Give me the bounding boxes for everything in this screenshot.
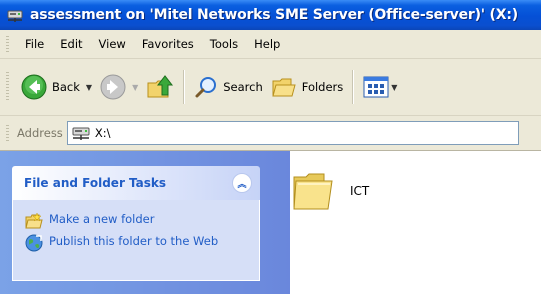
file-name: ICT (350, 184, 370, 198)
network-drive-icon (7, 10, 23, 22)
address-value: X:\ (94, 126, 111, 140)
address-field[interactable]: X:\ (66, 121, 519, 145)
up-folder-icon (147, 75, 174, 98)
task-group-title: File and Folder Tasks (24, 176, 167, 190)
toolbar-separator (183, 70, 186, 104)
views-icon (363, 76, 389, 98)
up-folder-button[interactable] (142, 67, 178, 107)
address-label: Address (17, 126, 63, 140)
menu-edit[interactable]: Edit (52, 34, 90, 54)
folder-item-ict[interactable]: ICT (290, 167, 369, 215)
file-view: ICT (290, 151, 541, 294)
task-make-new-folder[interactable]: Make a new folder (25, 212, 154, 230)
folders-button[interactable]: Folders (267, 67, 348, 107)
search-icon (195, 77, 217, 98)
title-bar[interactable]: assessment on 'Mitel Networks SME Server… (0, 0, 541, 30)
menu-bar: File Edit View Favorites Tools Help (0, 30, 541, 59)
menu-bar-grip[interactable] (6, 36, 9, 52)
standard-toolbar: Back ▼ ▼ Search Folders ▼ (0, 59, 541, 116)
task-list: Make a new folder Publish this folder to… (12, 200, 260, 281)
back-dropdown-icon[interactable]: ▼ (86, 83, 92, 92)
back-button[interactable]: Back ▼ (17, 67, 96, 107)
forward-arrow-icon (100, 74, 126, 100)
folder-icon (293, 173, 333, 210)
address-bar-grip[interactable] (6, 125, 9, 141)
address-bar: Address X:\ (0, 116, 541, 151)
back-label: Back (52, 80, 80, 94)
folders-icon (272, 78, 296, 97)
window-title: assessment on 'Mitel Networks SME Server… (30, 7, 518, 23)
toolbar-separator (352, 70, 355, 104)
folders-label: Folders (301, 80, 344, 94)
menu-tools[interactable]: Tools (202, 34, 246, 54)
task-pane: File and Folder Tasks ︽ Make a new folde… (0, 151, 290, 294)
menu-favorites[interactable]: Favorites (134, 34, 202, 54)
views-button[interactable]: ▼ (359, 67, 401, 107)
network-drive-icon (72, 127, 90, 140)
search-label: Search (223, 80, 263, 94)
publish-web-icon (25, 234, 43, 252)
search-button[interactable]: Search (190, 67, 267, 107)
back-arrow-icon (21, 74, 47, 100)
menu-help[interactable]: Help (246, 34, 288, 54)
menu-file[interactable]: File (17, 34, 52, 54)
file-folder-tasks-header[interactable]: File and Folder Tasks ︽ (12, 166, 260, 200)
task-publish-folder[interactable]: Publish this folder to the Web (25, 234, 221, 252)
new-folder-icon (25, 212, 43, 229)
forward-dropdown-icon[interactable]: ▼ (132, 83, 138, 92)
views-dropdown-icon[interactable]: ▼ (391, 83, 397, 92)
toolbar-grip[interactable] (6, 72, 9, 102)
collapse-chevron-icon[interactable]: ︽ (232, 173, 252, 193)
menu-view[interactable]: View (91, 34, 134, 54)
task-label: Make a new folder (49, 212, 155, 226)
forward-button[interactable]: ▼ (96, 67, 142, 107)
task-label: Publish this folder to the Web (49, 234, 219, 248)
